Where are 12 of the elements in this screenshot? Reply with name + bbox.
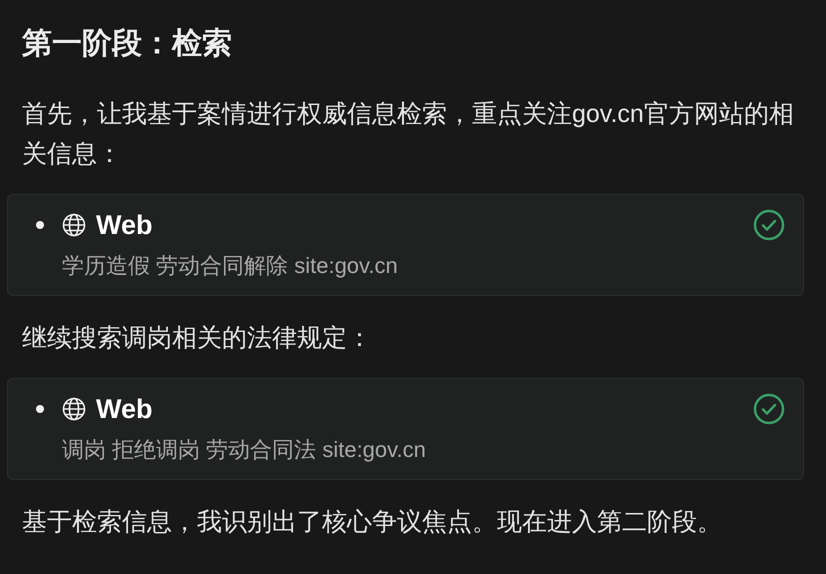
- search-query: 调岗 拒绝调岗 劳动合同法 site:gov.cn: [62, 436, 427, 464]
- tool-name: Web: [96, 394, 153, 424]
- message-text: 首先，让我基于案情进行权威信息检索，重点关注gov.cn官方网站的相关信息：: [22, 99, 795, 170]
- message-text: 继续搜索调岗相关的法律规定：: [22, 323, 373, 354]
- tool-name: Web: [96, 210, 153, 240]
- bullet-icon: [36, 405, 44, 413]
- bullet-icon: [36, 221, 44, 229]
- section-heading: 第一阶段：检索: [22, 26, 233, 62]
- search-query: 学历造假 劳动合同解除 site:gov.cn: [62, 252, 399, 280]
- globe-icon: [62, 213, 86, 237]
- message-text: 基于检索信息，我识别出了核心争议焦点。现在进入第二阶段。: [22, 507, 723, 538]
- globe-icon: [62, 397, 86, 421]
